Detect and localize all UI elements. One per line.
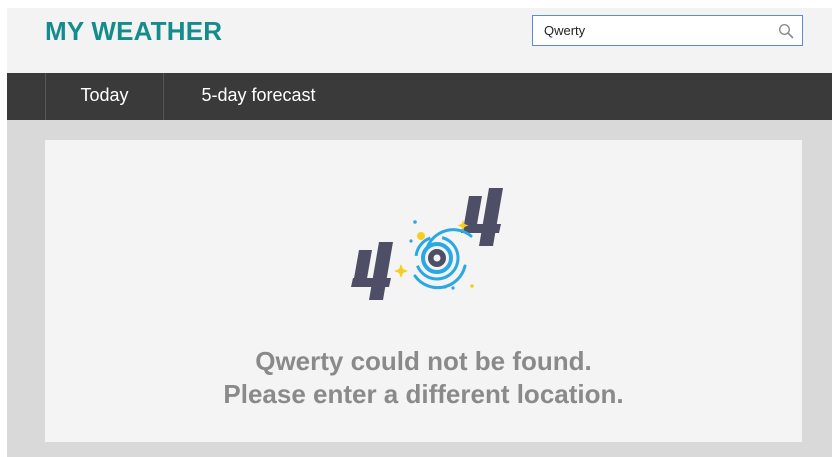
digit-four-left (351, 242, 393, 300)
404-illustration (351, 188, 503, 300)
search-box[interactable] (532, 15, 803, 46)
tab-today[interactable]: Today (46, 73, 163, 120)
app-frame: MY WEATHER Today 5-day forecast (7, 8, 832, 457)
error-message-line1: Qwerty could not be found. (255, 346, 592, 376)
brand-logo[interactable]: MY WEATHER (45, 16, 222, 47)
search-icon[interactable] (778, 23, 794, 39)
error-panel: Qwerty could not be found. Please enter … (45, 140, 802, 442)
black-hole-icon (394, 220, 474, 290)
header: MY WEATHER (7, 8, 832, 73)
tab-5-day-forecast[interactable]: 5-day forecast (164, 73, 353, 120)
error-message-line2: Please enter a different location. (223, 379, 624, 409)
nav-bar: Today 5-day forecast (7, 73, 832, 120)
digit-four-right (461, 188, 503, 246)
search-input[interactable] (533, 16, 773, 45)
